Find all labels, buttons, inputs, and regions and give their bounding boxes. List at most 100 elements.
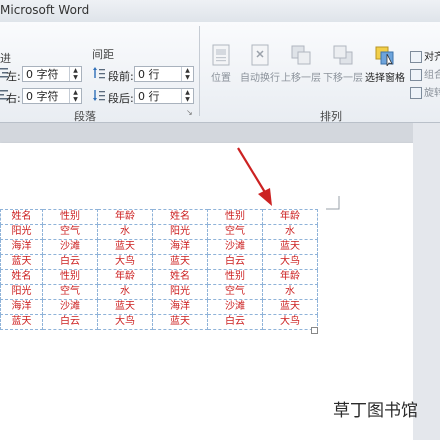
send-backward-label: 下移一层 xyxy=(323,73,363,84)
table-cell[interactable]: 蓝天 xyxy=(0,314,43,330)
spacing-after-value: 0 行 xyxy=(138,90,160,103)
selection-pane-button[interactable]: 选择窗格 xyxy=(364,44,406,84)
table-cell[interactable]: 大鸟 xyxy=(262,314,318,330)
position-label: 位置 xyxy=(211,73,231,84)
spacing-before-icon xyxy=(93,67,105,79)
table-cell[interactable]: 白云 xyxy=(42,314,98,330)
spacing-after-icon xyxy=(93,90,105,101)
table-cell[interactable]: 海洋 xyxy=(152,299,208,315)
table-row: 蓝天 白云 大鸟 蓝天 白云 大鸟 xyxy=(0,314,318,330)
arrange-group-label: 排列 xyxy=(320,110,342,123)
spacing-after-input[interactable]: 0 行 ▲ ▼ xyxy=(134,88,194,104)
group-separator xyxy=(199,26,200,116)
table-cell[interactable]: 空气 xyxy=(207,224,263,240)
table-cell[interactable]: 阳光 xyxy=(152,224,208,240)
table-row: 海洋 沙滩 蓝天 海洋 沙滩 蓝天 xyxy=(0,299,318,315)
table-cell[interactable]: 海洋 xyxy=(152,239,208,255)
watermark: 草丁图书馆 xyxy=(333,401,418,421)
vertical-scrollbar[interactable] xyxy=(413,123,440,440)
table-cell[interactable]: 白云 xyxy=(207,254,263,270)
table-cell[interactable]: 蓝天 xyxy=(262,299,318,315)
table-cell[interactable]: 白云 xyxy=(42,254,98,270)
spacing-before-value: 0 行 xyxy=(138,68,160,81)
spacing-after-spinner[interactable]: ▲ ▼ xyxy=(181,89,193,103)
indent-left-input[interactable]: 0 字符 ▲ ▼ xyxy=(22,66,82,82)
table-cell[interactable]: 海洋 xyxy=(0,299,43,315)
table-cell[interactable]: 沙滩 xyxy=(42,239,98,255)
table-row: 阳光 空气水阳光 空气水 xyxy=(0,284,318,300)
group-button[interactable]: 组合 xyxy=(410,66,440,81)
table-cell[interactable]: 水 xyxy=(262,224,318,240)
table-cell[interactable]: 年龄 xyxy=(97,209,153,225)
indent-label: 进 xyxy=(0,52,11,65)
rotate-button[interactable]: 旋转 xyxy=(410,84,440,99)
table-cell[interactable]: 姓名 xyxy=(152,269,208,285)
bring-forward-button[interactable]: 上移一层 xyxy=(280,44,322,84)
table-cell[interactable]: 蓝天 xyxy=(262,239,318,255)
table-cell[interactable]: 阳光 xyxy=(0,284,43,300)
bring-forward-icon xyxy=(291,45,311,65)
indent-right-label: 右: xyxy=(6,92,21,105)
data-table[interactable]: 姓名 性别 年龄 姓名 性别 年龄 阳光 空气水阳光 空气水海洋 沙滩 蓝天 海洋 沙滩 蓝天 蓝天 白云 大鸟… xyxy=(0,209,318,330)
spacing-before-input[interactable]: 0 行 ▲ ▼ xyxy=(134,66,194,82)
table-cell[interactable]: 性别 xyxy=(42,209,98,225)
table-resize-handle[interactable] xyxy=(311,327,318,334)
wrap-text-button[interactable]: 自动换行 xyxy=(238,44,282,84)
table-row: 姓名 性别 年龄 姓名 性别 年龄 xyxy=(0,209,318,225)
table-cell[interactable]: 阳光 xyxy=(0,224,43,240)
table-cell[interactable]: 空气 xyxy=(42,284,98,300)
position-icon xyxy=(212,44,230,66)
table-cell[interactable]: 大鸟 xyxy=(97,314,153,330)
table-cell[interactable]: 性别 xyxy=(207,209,263,225)
table-cell[interactable]: 海洋 xyxy=(0,239,43,255)
table-cell[interactable]: 沙滩 xyxy=(207,239,263,255)
table-cell[interactable]: 水 xyxy=(97,284,153,300)
table-cell[interactable]: 年龄 xyxy=(97,269,153,285)
selection-pane-icon xyxy=(375,46,394,68)
table-cell[interactable]: 姓名 xyxy=(152,209,208,225)
wrap-text-icon xyxy=(251,44,269,66)
indent-left-spinner[interactable]: ▲ ▼ xyxy=(69,67,81,81)
position-button[interactable]: 位置 xyxy=(204,44,238,84)
spacing-before-spinner[interactable]: ▲ ▼ xyxy=(181,67,193,81)
table-cell[interactable]: 性别 xyxy=(42,269,98,285)
table-cell[interactable]: 年龄 xyxy=(262,209,318,225)
send-backward-icon xyxy=(333,45,353,65)
table-cell[interactable]: 空气 xyxy=(42,224,98,240)
table-cell[interactable]: 蓝天 xyxy=(97,239,153,255)
align-label: 对齐 xyxy=(424,52,440,63)
table-cell[interactable]: 水 xyxy=(262,284,318,300)
table-cell[interactable]: 沙滩 xyxy=(42,299,98,315)
align-button[interactable]: 对齐 xyxy=(410,48,440,63)
send-backward-button[interactable]: 下移一层 xyxy=(322,44,364,84)
table-cell[interactable]: 蓝天 xyxy=(152,314,208,330)
table-cell[interactable]: 蓝天 xyxy=(0,254,43,270)
indent-left-value: 0 字符 xyxy=(26,68,59,81)
selection-pane-label: 选择窗格 xyxy=(365,73,405,84)
paragraph-dialog-launcher[interactable]: ↘ xyxy=(186,108,193,117)
indent-right-input[interactable]: 0 字符 ▲ ▼ xyxy=(22,88,82,104)
table-cell[interactable]: 蓝天 xyxy=(97,299,153,315)
indent-right-spinner[interactable]: ▲ ▼ xyxy=(69,89,81,103)
table-cell[interactable]: 蓝天 xyxy=(152,254,208,270)
table-cell[interactable]: 阳光 xyxy=(152,284,208,300)
table-cell[interactable]: 姓名 xyxy=(0,209,43,225)
table-cell[interactable]: 性别 xyxy=(207,269,263,285)
table-cell[interactable]: 大鸟 xyxy=(97,254,153,270)
spacing-label: 间距 xyxy=(92,48,114,61)
table-cell[interactable]: 姓名 xyxy=(0,269,43,285)
bring-forward-label: 上移一层 xyxy=(281,73,321,84)
table-cell[interactable]: 年龄 xyxy=(262,269,318,285)
group-icon xyxy=(410,69,422,81)
title-bar: Microsoft Word xyxy=(0,0,440,23)
rotate-label: 旋转 xyxy=(424,88,440,99)
table-row: 海洋 沙滩 蓝天 海洋 沙滩 蓝天 xyxy=(0,239,318,255)
table-cell[interactable]: 沙滩 xyxy=(207,299,263,315)
table-cell[interactable]: 水 xyxy=(97,224,153,240)
spacing-after-label: 段后: xyxy=(108,92,134,105)
red-arrow xyxy=(237,147,272,206)
table-cell[interactable]: 大鸟 xyxy=(262,254,318,270)
table-cell[interactable]: 白云 xyxy=(207,314,263,330)
align-icon xyxy=(410,51,422,63)
table-cell[interactable]: 空气 xyxy=(207,284,263,300)
